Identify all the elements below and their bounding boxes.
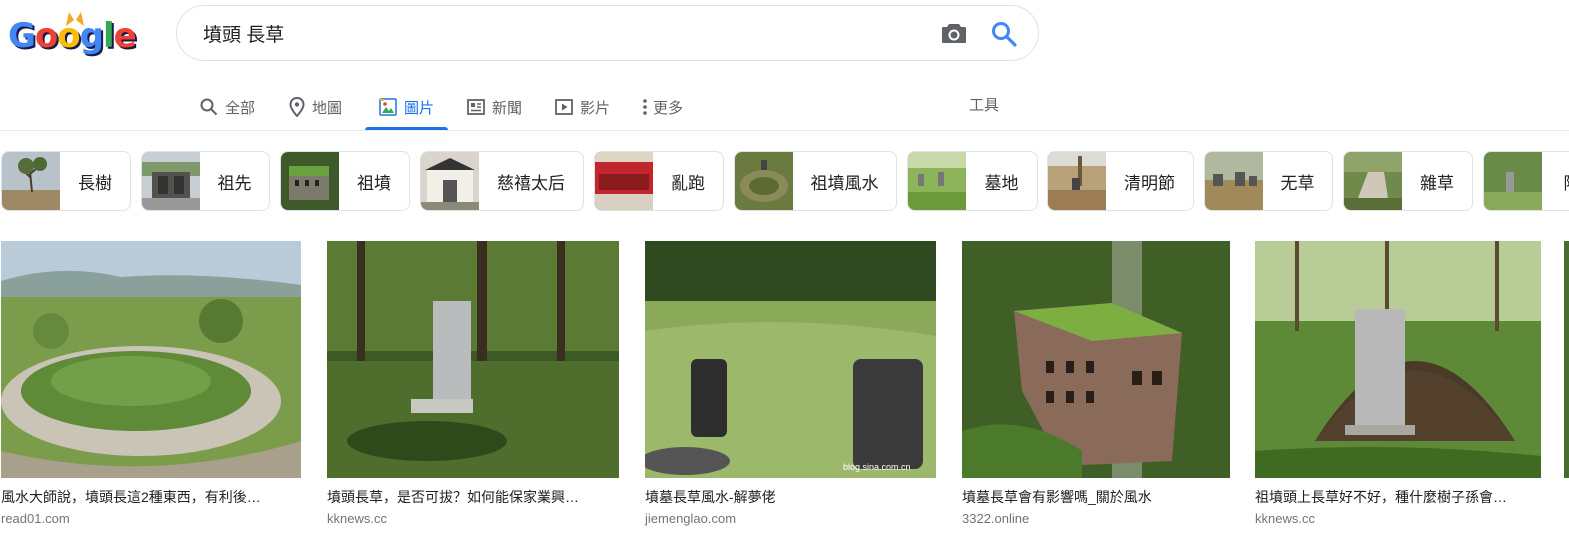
result-image — [962, 241, 1230, 478]
tab-videos[interactable]: 影片 — [555, 84, 610, 130]
result-source: kknews.cc — [1255, 511, 1315, 526]
more-vert-icon — [643, 99, 647, 115]
result-source: 3322.online — [962, 511, 1030, 526]
image-result-partial[interactable] — [1564, 241, 1569, 478]
doodle-cat-ears-icon — [66, 12, 84, 26]
logo-letter-l: l — [102, 16, 115, 56]
result-image: blog.sina.com.cn — [645, 241, 936, 478]
chip-related-search[interactable]: 祖墳 — [280, 151, 410, 211]
chip-related-search[interactable]: 雜草 — [1343, 151, 1473, 211]
chip-label: 无草 — [1280, 173, 1315, 193]
logo-letter-g: G — [8, 16, 36, 56]
tab-label: 影片 — [580, 99, 611, 117]
search-icon[interactable] — [991, 21, 1017, 47]
chip-related-search[interactable]: 祖先 — [141, 151, 270, 211]
chip-thumbnail — [595, 152, 653, 210]
result-caption: 墳墓長草會有影響嗎_關於風水 — [962, 489, 1152, 505]
map-pin-icon — [289, 97, 305, 117]
search-icon — [200, 98, 218, 116]
chip-related-search[interactable]: 慈禧太后 — [420, 151, 584, 211]
chip-thumbnail — [1344, 152, 1402, 210]
chip-thumbnail — [2, 152, 60, 210]
news-icon — [467, 99, 485, 115]
search-box — [176, 5, 1039, 61]
search-input[interactable] — [203, 18, 903, 48]
tab-more[interactable]: 更多 — [641, 84, 683, 130]
result-caption: 祖墳頭上長草好不好，種什麼樹子孫會… — [1255, 489, 1507, 505]
chip-related-search[interactable]: 亂跑 — [594, 151, 724, 211]
chip-label: 清明節 — [1124, 173, 1175, 193]
tab-label: 新聞 — [492, 99, 523, 117]
chip-label: 祖先 — [217, 173, 252, 193]
chip-label: 陰 — [1542, 169, 1569, 194]
chip-thumbnail — [908, 152, 966, 210]
camera-icon[interactable] — [941, 22, 967, 44]
chip-thumbnail — [421, 152, 479, 210]
chip-label: 長樹 — [78, 173, 112, 193]
chip-related-search[interactable]: 墓地 — [907, 151, 1038, 211]
chip-related-search[interactable]: 祖墳風水 — [734, 151, 897, 211]
result-caption: 墳墓長草風水-解夢佬 — [645, 489, 776, 505]
tab-label: 更多 — [653, 99, 684, 117]
chip-related-search[interactable]: 長樹 — [1, 151, 131, 211]
chip-label: 雜草 — [1420, 173, 1454, 193]
tools-button[interactable]: 工具 — [969, 94, 999, 115]
image-watermark: blog.sina.com.cn — [843, 462, 911, 472]
chip-thumbnail — [142, 152, 200, 210]
result-image — [327, 241, 619, 478]
image-result[interactable]: 祖墳頭上長草好不好，種什麼樹子孫會… kknews.cc — [1255, 241, 1541, 527]
tab-label: 全部 — [225, 99, 256, 117]
tab-maps[interactable]: 地圖 — [289, 84, 342, 130]
chip-thumbnail — [1205, 152, 1263, 210]
chip-thumbnail — [1048, 152, 1106, 210]
tab-news[interactable]: 新聞 — [467, 84, 522, 130]
result-source: read01.com — [1, 511, 70, 526]
video-icon — [555, 99, 573, 115]
chip-thumbnail — [281, 152, 339, 210]
result-image — [1255, 241, 1541, 478]
tab-label: 地圖 — [312, 99, 343, 117]
chip-label: 祖墳 — [357, 173, 391, 193]
chip-related-search[interactable]: 陰 — [1483, 151, 1569, 211]
tab-all[interactable]: 全部 — [200, 84, 255, 130]
chip-label: 慈禧太后 — [497, 173, 565, 193]
result-caption: 風水大師說，墳頭長這2種東西，有利後… — [1, 489, 261, 505]
result-caption: 墳頭長草，是否可拔？如何能保家業興… — [327, 489, 579, 505]
image-result[interactable]: 墳頭長草，是否可拔？如何能保家業興… kknews.cc — [327, 241, 619, 527]
chip-thumbnail — [735, 152, 793, 210]
result-image — [1, 241, 301, 478]
result-source: kknews.cc — [327, 511, 387, 526]
image-icon — [379, 98, 397, 116]
chip-related-search[interactable]: 清明節 — [1047, 151, 1194, 211]
google-logo[interactable]: G o o g l e — [8, 12, 137, 56]
logo-letter-e: e — [113, 16, 137, 56]
image-result[interactable]: 墳墓長草會有影響嗎_關於風水 3322.online — [962, 241, 1230, 527]
logo-letter-o: o — [34, 16, 58, 56]
image-result[interactable]: 風水大師說，墳頭長這2種東西，有利後… read01.com — [1, 241, 301, 527]
tab-images[interactable]: 圖片 — [365, 84, 449, 130]
chip-label: 墓地 — [984, 173, 1019, 193]
tab-label: 圖片 — [404, 99, 435, 117]
header-divider — [0, 130, 1569, 131]
result-source: jiemenglao.com — [645, 511, 737, 526]
chip-thumbnail — [1484, 152, 1542, 210]
chip-related-search[interactable]: 无草 — [1204, 151, 1333, 211]
image-result[interactable]: blog.sina.com.cn 墳墓長草風水-解夢佬 jiemenglao.c… — [645, 241, 936, 527]
chip-label: 祖墳風水 — [810, 173, 879, 193]
chip-label: 亂跑 — [671, 173, 705, 193]
